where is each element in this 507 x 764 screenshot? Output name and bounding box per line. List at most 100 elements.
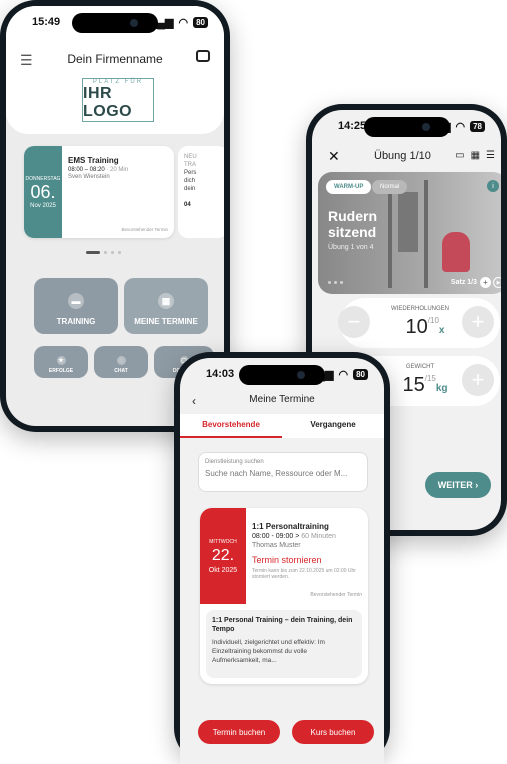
normal-chip[interactable]: Normal (372, 180, 408, 194)
appointment-date: MITTWOCH 22. Okt 2025 (200, 508, 246, 604)
chat-icon[interactable]: ▭ (455, 150, 464, 161)
book-course-button[interactable]: Kurs buchen (292, 720, 374, 744)
exercise-subtitle: Übung 1 von 4 (328, 244, 374, 251)
appointment-date: DONNERSTAG 06. Nov 2025 (24, 146, 62, 238)
company-name: Dein Firmenname (67, 52, 163, 66)
wifi-icon: ◠ (338, 368, 349, 381)
appointment-duration: 60 Minuten (299, 533, 336, 540)
increase-weight-button[interactable]: + (462, 364, 494, 396)
logo-placeholder: PLATZ FÜR IHR LOGO (82, 78, 154, 122)
wifi-icon: ◠ (178, 16, 189, 29)
peek-text: NEU (184, 154, 197, 160)
appointment-trainer: Sven Wienstein (68, 174, 110, 180)
tile-label: TRAINING (56, 317, 96, 326)
machine-illustration (388, 180, 428, 288)
peek-text: Pers (184, 170, 197, 176)
status-time: 15:49 (32, 16, 61, 28)
book-appointment-button[interactable]: Termin buchen (198, 720, 280, 744)
repetitions-value: 10 (405, 316, 428, 338)
description-title: 1:1 Personal Training – dein Training, d… (212, 617, 353, 633)
battery-icon: 80 (193, 16, 208, 28)
peek-number: 04 (184, 202, 191, 208)
carousel-dot[interactable] (86, 251, 100, 254)
wifi-icon: ◠ (455, 120, 466, 133)
description-text: Individuell, zielgerichtet und effektiv:… (212, 639, 325, 664)
appointment-month: Nov 2025 (30, 202, 56, 209)
appointment-card[interactable]: DONNERSTAG 06. Nov 2025 EMS Training 08:… (24, 146, 174, 238)
repetitions-stepper[interactable]: − WIEDERHOLUNGEN 10/10x + (338, 298, 500, 348)
carousel-dot[interactable] (104, 251, 107, 254)
increase-repetitions-button[interactable]: + (462, 306, 494, 338)
tile-label: CHAT (114, 368, 128, 374)
next-button[interactable]: WEITER › (425, 472, 491, 498)
appointment-trainer: Thomas Muster (252, 542, 301, 549)
weight-total: /15 (424, 374, 436, 383)
phone-appointments: 14:03 ▂▄▆ ◠ 80 ‹ Meine Termine Bevorsteh… (174, 352, 390, 764)
dynamic-island (239, 365, 325, 385)
page-title: Meine Termine (249, 394, 315, 405)
chat-bubble-icon: ◌ (116, 356, 126, 365)
carousel-dot[interactable] (111, 251, 114, 254)
battery-icon: 78 (470, 120, 485, 132)
status-badge: Bevorstehender Termin (310, 592, 362, 598)
service-search-input[interactable]: Dienstleistung suchen Suche nach Name, R… (198, 452, 368, 492)
cancel-appointment-link[interactable]: Termin stornieren (252, 555, 364, 565)
dumbbell-icon: ▬ (68, 293, 84, 309)
peek-text: dich (184, 178, 196, 184)
appointment-month: Okt 2025 (208, 566, 238, 574)
search-placeholder: Suche nach Name, Ressource oder M... (205, 469, 348, 478)
carousel-dot[interactable] (118, 251, 121, 254)
list-icon[interactable]: ☰ (486, 150, 495, 161)
appointment-card[interactable]: MITTWOCH 22. Okt 2025 1:1 Personaltraini… (200, 508, 368, 684)
appointment-tabs: Bevorstehende Vergangene (180, 414, 384, 438)
warmup-chip[interactable]: WARM-UP (326, 180, 372, 194)
appointment-time: 08:00 - 09:00 > (252, 533, 300, 540)
chat-icon[interactable] (196, 50, 210, 62)
appointment-weekday: MITTWOCH (209, 538, 237, 545)
tab-upcoming[interactable]: Bevorstehende (180, 414, 282, 438)
play-icon[interactable]: ▶ (493, 277, 501, 288)
plus-icon[interactable]: + (480, 277, 491, 288)
battery-icon: 80 (353, 368, 368, 380)
status-badge: Bevorstehender Termin (121, 227, 168, 232)
next-card-peek[interactable]: NEU TRA Pers dich dein 04 (178, 146, 224, 238)
appointment-description: 1:1 Personal Training – dein Training, d… (206, 610, 362, 678)
chat-tile[interactable]: ◌ CHAT (94, 346, 148, 378)
appointment-duration: · 20 Min (104, 167, 129, 173)
dynamic-island (363, 117, 450, 137)
appointments-tile[interactable]: ▦ MEINE TERMINE (124, 278, 208, 334)
workout-header: ✕ Übung 1/10 ▭ ▦ ☰ (312, 138, 501, 174)
repetitions-unit: x (438, 325, 445, 336)
search-label: Dienstleistung suchen (205, 459, 264, 465)
peek-text: dein (184, 186, 196, 192)
appointment-title: 1:1 Personaltraining (252, 522, 329, 531)
appointment-time: 08:00 – 08:20 (68, 167, 105, 173)
set-counter: Satz 1/3 (450, 279, 477, 286)
carousel-dots[interactable] (86, 251, 121, 254)
person-illustration (442, 232, 470, 272)
tab-past[interactable]: Vergangene (282, 414, 384, 438)
repetitions-total: /10 (427, 316, 439, 325)
appointments-screen: 14:03 ▂▄▆ ◠ 80 ‹ Meine Termine Bevorsteh… (180, 358, 384, 764)
appointment-day: 06. (30, 181, 56, 202)
info-icon[interactable]: i (487, 180, 499, 192)
logo-big-text: IHR LOGO (83, 85, 133, 120)
close-icon[interactable]: ✕ (328, 148, 340, 165)
exercise-name: sitzend (328, 224, 377, 240)
qr-code-icon[interactable]: ▦ (471, 150, 480, 161)
appointment-title: EMS Training (68, 156, 119, 165)
image-dots[interactable] (328, 281, 343, 284)
weight-value: 15 (402, 374, 425, 396)
tile-label: MEINE TERMINE (134, 317, 198, 326)
cancel-deadline-note: Termin kann bis zum 22.10.2025 um 02:00 … (252, 568, 356, 580)
star-icon: ★ (56, 356, 66, 365)
status-time: 14:03 (206, 368, 235, 380)
training-tile[interactable]: ▬ TRAINING (34, 278, 118, 334)
achievements-tile[interactable]: ★ ERFOLGE (34, 346, 88, 378)
exercise-image[interactable]: WARM-UP Normal i Rudern sitzend Übung 1 … (318, 172, 501, 294)
weight-unit: kg (435, 383, 448, 394)
peek-text: TRA (184, 162, 196, 168)
calendar-icon: ▦ (158, 293, 174, 309)
dynamic-island (72, 13, 158, 33)
tile-label: ERFOLGE (48, 368, 74, 374)
